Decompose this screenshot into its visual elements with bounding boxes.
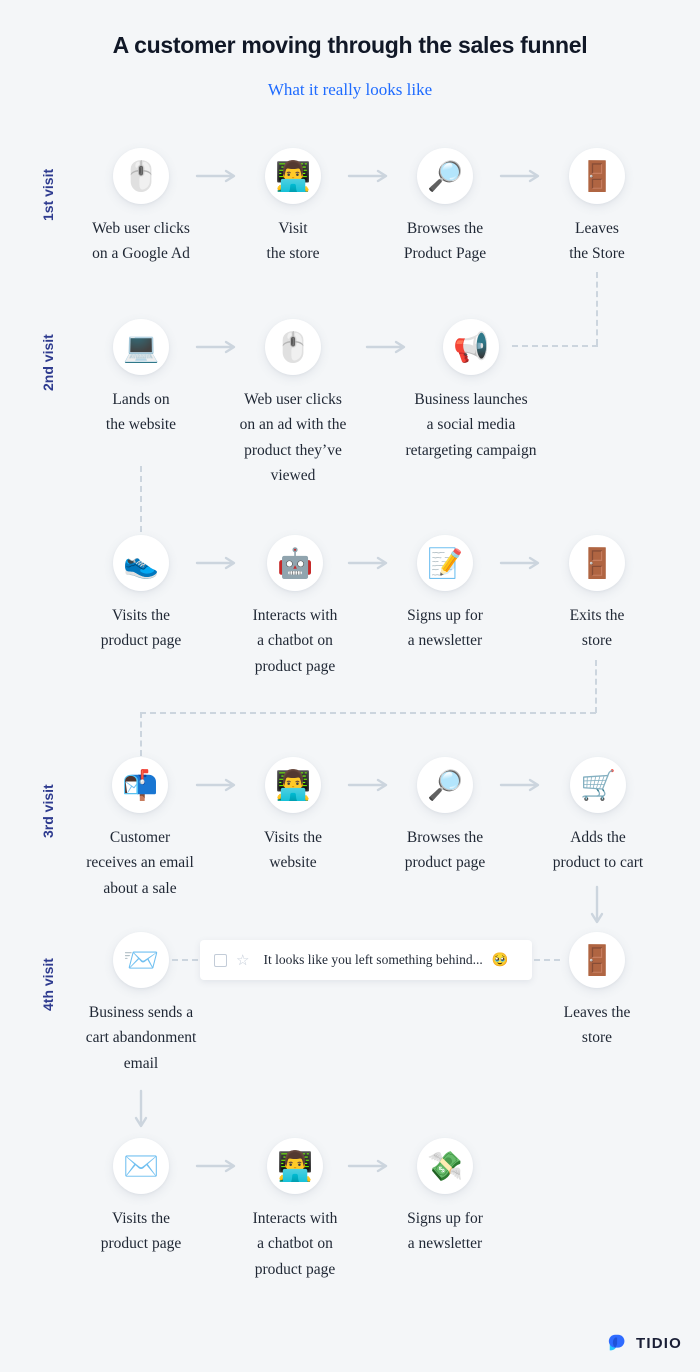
laptop-icon: 💻: [113, 319, 169, 375]
step-node: 💸 Signs up for a newsletter: [365, 1138, 525, 1257]
tidio-logo[interactable]: TIDIO: [607, 1332, 682, 1354]
star-icon[interactable]: ☆: [236, 952, 249, 968]
email-subject: It looks like you left something behind.…: [263, 952, 483, 967]
step-node: 🛒 Adds the product to cart: [518, 757, 678, 876]
dashed-connector: [140, 712, 142, 756]
magnifying-glass-icon: 🔎: [417, 148, 473, 204]
step-label: Interacts with a chatbot on product page: [252, 1210, 338, 1278]
step-label: Web user clicks on an ad with the product …: [239, 391, 347, 484]
computer-mouse-icon: 🖱️: [113, 148, 169, 204]
dashed-connector: [140, 466, 142, 532]
step-label: Visits the product page: [100, 1210, 182, 1253]
visit-label-1st: 1st visit: [40, 168, 56, 221]
envelope-icon: ✉️: [113, 1138, 169, 1194]
page-title: A customer moving through the sales funn…: [112, 32, 588, 58]
step-label: Leaves the Store: [569, 220, 625, 263]
pleading-face-icon: 🥹: [491, 952, 509, 968]
dashed-connector: [172, 959, 198, 961]
step-label: Customer receives an email about a sale: [86, 829, 194, 897]
visit-label-3rd: 3rd visit: [40, 784, 56, 838]
step-node: 🔎 Browses the Product Page: [365, 148, 525, 267]
man-at-laptop-icon: 👨‍💻: [265, 148, 321, 204]
memo-icon: 📝: [417, 535, 473, 591]
step-label: Exits the store: [569, 607, 625, 650]
visit-label-2nd: 2nd visit: [40, 334, 56, 391]
cart-abandonment-email-card[interactable]: ☆ It looks like you left something behin…: [200, 940, 532, 980]
step-node: 🖱️ Web user clicks on an ad with the produ…: [213, 319, 373, 488]
sneaker-icon: 👟: [113, 535, 169, 591]
visit-label-4th: 4th visit: [40, 958, 56, 1011]
door-icon: 🚪: [569, 535, 625, 591]
step-label: Visits the product page: [100, 607, 182, 650]
step-label: Signs up for a newsletter: [407, 607, 483, 650]
tidio-mark-icon: [608, 1334, 625, 1351]
robot-icon: 🤖: [267, 535, 323, 591]
step-label: Business launches a social media retargeti…: [405, 391, 537, 459]
arrow-down-icon: [590, 885, 604, 928]
step-node: ✉️ Visits the product page: [61, 1138, 221, 1257]
step-node: 💻 Lands on the website: [61, 319, 221, 438]
step-label: Business sends a cart abandonment email: [85, 1004, 197, 1072]
step-node: 📢 Business launches a social media retarge…: [391, 319, 551, 463]
tidio-wordmark: TIDIO: [636, 1334, 682, 1352]
step-node: 🚪 Leaves the store: [517, 932, 677, 1051]
incoming-envelope-icon: 📨: [113, 932, 169, 988]
step-node: 👨‍💻 Visit the store: [213, 148, 373, 267]
step-node: 👟 Visits the product page: [61, 535, 221, 654]
email-checkbox[interactable]: [214, 953, 227, 967]
arrow-down-icon: [134, 1089, 148, 1132]
step-label: Lands on the website: [105, 391, 177, 434]
magnifying-glass-icon: 🔎: [417, 757, 473, 813]
step-label: Visit the store: [266, 220, 320, 263]
step-node: 🚪 Exits the store: [517, 535, 677, 654]
step-label: Web user clicks on a Google Ad: [92, 220, 190, 263]
step-node: 🚪 Leaves the Store: [517, 148, 677, 267]
step-node: 🖱️ Web user clicks on a Google Ad: [61, 148, 221, 267]
man-at-laptop-icon: 👨‍💻: [267, 1138, 323, 1194]
step-label: Adds the product to cart: [552, 829, 644, 872]
dashed-connector: [596, 272, 598, 345]
step-label: Interacts with a chatbot on product page: [252, 607, 338, 675]
page-subtitle: What it really looks like: [267, 80, 433, 99]
computer-mouse-icon: 🖱️: [265, 319, 321, 375]
mailbox-icon: 📬: [112, 757, 168, 813]
step-node: 📝 Signs up for a newsletter: [365, 535, 525, 654]
step-label: Signs up for a newsletter: [407, 1210, 483, 1253]
dashed-connector: [595, 660, 597, 713]
step-label: Leaves the store: [563, 1004, 631, 1047]
dashed-connector: [140, 712, 596, 714]
man-at-laptop-icon: 👨‍💻: [265, 757, 321, 813]
door-icon: 🚪: [569, 932, 625, 988]
infographic-canvas: A customer moving through the sales funn…: [0, 0, 700, 1372]
step-node: 👨‍💻 Visits the website: [213, 757, 373, 876]
step-node: 🔎 Browses the product page: [365, 757, 525, 876]
step-label: Browses the Product Page: [403, 220, 487, 263]
step-label: Browses the product page: [404, 829, 486, 872]
money-with-wings-icon: 💸: [417, 1138, 473, 1194]
step-label: Visits the website: [263, 829, 323, 872]
shopping-cart-icon: 🛒: [570, 757, 626, 813]
megaphone-icon: 📢: [443, 319, 499, 375]
step-node: 📨 Business sends a cart abandonment email: [61, 932, 221, 1076]
door-icon: 🚪: [569, 148, 625, 204]
